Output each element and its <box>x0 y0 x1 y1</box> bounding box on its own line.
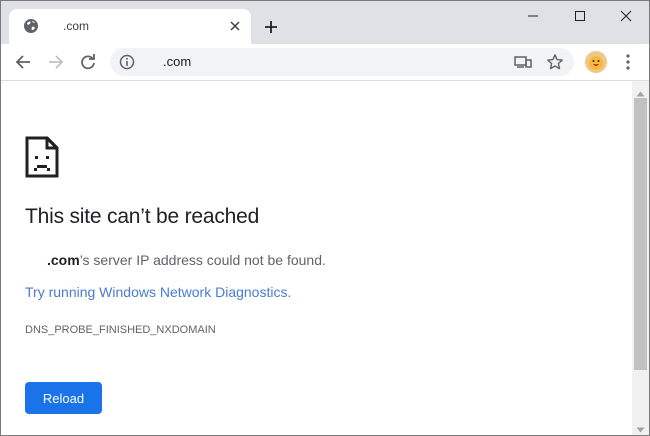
error-code: DNS_PROBE_FINISHED_NXDOMAIN <box>25 324 216 336</box>
error-message: .com’s server IP address could not be fo… <box>47 252 326 268</box>
error-message-text: ’s server IP address could not be found. <box>79 252 326 268</box>
browser-toolbar: .com <box>1 44 649 81</box>
profile-avatar[interactable] <box>585 51 607 73</box>
reload-button[interactable]: Reload <box>25 382 102 414</box>
tab-title: .com <box>63 19 90 33</box>
minimize-icon[interactable] <box>510 1 556 31</box>
network-diagnostics-link[interactable]: Try running Windows Network Diagnostics. <box>25 284 291 300</box>
url-text[interactable]: .com <box>163 54 191 69</box>
forward-arrow-icon <box>44 50 68 74</box>
browser-window: .com .com This site can’t be reached .co… <box>0 0 650 436</box>
reload-icon[interactable] <box>76 50 100 74</box>
scroll-down-arrow-icon[interactable] <box>636 421 645 433</box>
scrollbar-thumb[interactable] <box>634 98 647 370</box>
address-bar[interactable]: .com <box>110 48 574 76</box>
globe-icon <box>23 18 39 34</box>
window-close-icon[interactable] <box>603 1 649 31</box>
error-page: This site can’t be reached .com’s server… <box>1 81 632 435</box>
error-host: .com <box>47 252 80 268</box>
info-icon[interactable] <box>119 54 135 70</box>
star-icon[interactable] <box>546 53 564 71</box>
browser-tab[interactable]: .com <box>9 9 251 44</box>
maximize-icon[interactable] <box>557 1 603 31</box>
kebab-menu-icon[interactable] <box>620 51 636 73</box>
vertical-scrollbar[interactable] <box>632 81 649 435</box>
scroll-up-arrow-icon[interactable] <box>636 85 645 97</box>
close-icon[interactable] <box>227 18 243 34</box>
sad-document-icon <box>25 136 59 178</box>
plus-icon[interactable] <box>259 15 283 39</box>
tab-strip: .com <box>1 1 649 44</box>
back-arrow-icon[interactable] <box>11 50 35 74</box>
error-heading: This site can’t be reached <box>25 205 260 228</box>
cast-icon[interactable] <box>514 54 532 70</box>
